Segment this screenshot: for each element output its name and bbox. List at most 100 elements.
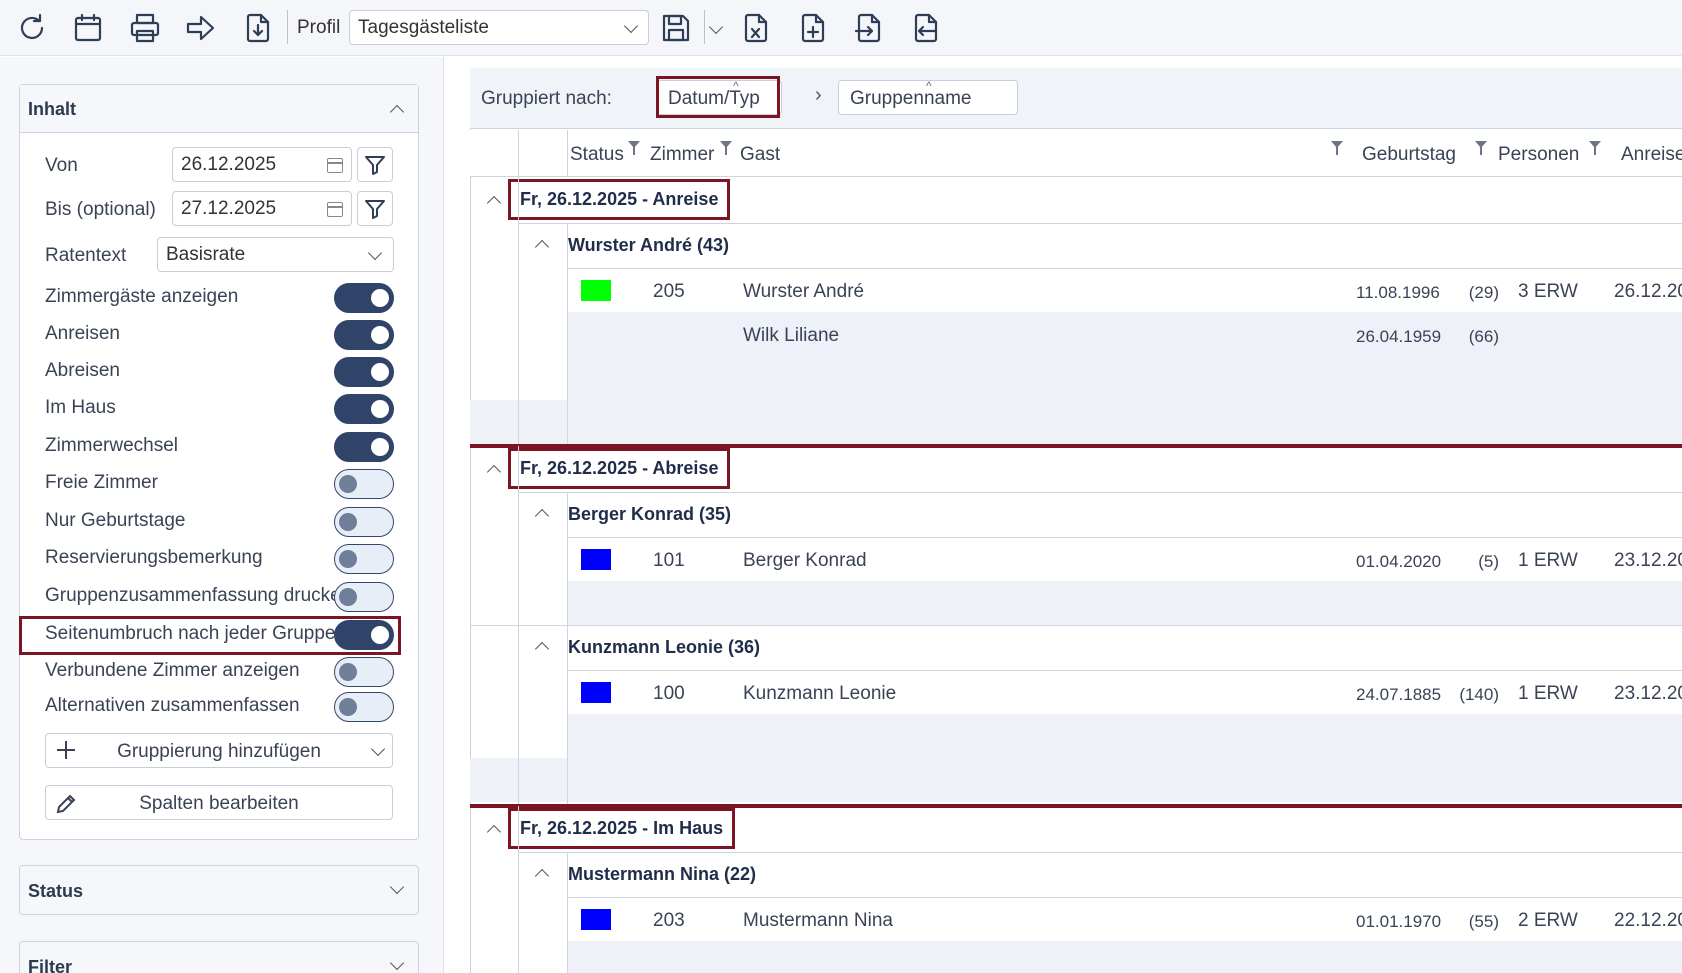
toggle-switch[interactable] bbox=[334, 283, 394, 313]
toggle-label: Anreisen bbox=[45, 323, 120, 344]
save-options-chevron-icon[interactable] bbox=[708, 19, 724, 35]
toggle-switch[interactable] bbox=[334, 432, 394, 462]
profil-label: Profil bbox=[297, 17, 341, 38]
tree-line bbox=[567, 223, 568, 444]
import-icon[interactable] bbox=[849, 8, 889, 48]
column-header-row: Status Zimmer Gast Geburtstag Personen A… bbox=[470, 130, 1682, 177]
chevron-down-icon bbox=[623, 18, 639, 34]
filter-icon[interactable] bbox=[1331, 141, 1343, 157]
room-number: 203 bbox=[653, 910, 685, 931]
profil-select[interactable]: Tagesgästeliste bbox=[349, 10, 649, 45]
column-personen[interactable]: Personen bbox=[1498, 144, 1579, 166]
guest-group-header[interactable]: Wurster André (43) bbox=[568, 235, 729, 256]
room-number: 205 bbox=[653, 281, 685, 302]
filter-icon[interactable] bbox=[628, 141, 640, 157]
toggle-row: Zimmergäste anzeigen bbox=[19, 281, 399, 313]
column-gast[interactable]: Gast bbox=[740, 144, 780, 166]
refresh-icon[interactable] bbox=[12, 8, 52, 48]
arrival-date: 23.12.20 bbox=[1614, 550, 1682, 571]
column-status[interactable]: Status bbox=[570, 144, 624, 166]
bis-date-input[interactable]: 27.12.2025 bbox=[172, 191, 352, 226]
toggle-knob bbox=[371, 400, 389, 418]
column-geburtstag[interactable]: Geburtstag bbox=[1362, 144, 1456, 166]
filter-panel[interactable]: Filter bbox=[19, 941, 419, 973]
toggle-switch[interactable] bbox=[334, 657, 394, 687]
toggle-row: Alternativen zusammenfassen bbox=[19, 690, 399, 722]
table-row[interactable] bbox=[567, 537, 1682, 581]
ratentext-value: Basisrate bbox=[166, 244, 246, 265]
toggle-switch[interactable] bbox=[334, 544, 394, 574]
bis-filter-button[interactable] bbox=[357, 191, 393, 226]
status-indicator bbox=[581, 280, 611, 301]
table-row[interactable] bbox=[567, 312, 1682, 356]
calendar-icon[interactable] bbox=[327, 202, 343, 217]
ratentext-label: Ratentext bbox=[45, 245, 127, 266]
column-zimmer[interactable]: Zimmer bbox=[650, 144, 714, 166]
toggle-row: Abreisen bbox=[19, 355, 399, 387]
date-type-group-header[interactable]: Fr, 26.12.2025 - Anreise bbox=[508, 179, 731, 220]
toggle-knob bbox=[371, 438, 389, 456]
status-indicator bbox=[581, 549, 611, 570]
von-filter-button[interactable] bbox=[357, 147, 393, 182]
ratentext-select[interactable]: Basisrate bbox=[157, 237, 394, 272]
date-type-group-header[interactable]: Fr, 26.12.2025 - Im Haus bbox=[508, 808, 736, 849]
persons: 3 ERW bbox=[1518, 281, 1578, 302]
toggle-row: Anreisen bbox=[19, 318, 399, 350]
inhalt-panel-header[interactable]: Inhalt bbox=[20, 85, 418, 133]
von-date-input[interactable]: 26.12.2025 bbox=[172, 147, 352, 182]
calendar-icon[interactable] bbox=[327, 158, 343, 173]
filter-icon[interactable] bbox=[1475, 141, 1487, 157]
guest-name: Mustermann Nina bbox=[743, 910, 893, 931]
group-summary-row bbox=[470, 400, 1682, 444]
toggle-switch[interactable] bbox=[334, 692, 394, 722]
toggle-switch[interactable] bbox=[334, 507, 394, 537]
filter-icon[interactable] bbox=[1589, 141, 1601, 157]
row-divider bbox=[518, 852, 1682, 853]
toggle-label: Nur Geburtstage bbox=[45, 510, 186, 531]
toggle-knob bbox=[371, 326, 389, 344]
guest-group-header[interactable]: Kunzmann Leonie (36) bbox=[568, 637, 760, 658]
toggle-switch[interactable] bbox=[334, 320, 394, 350]
edit-columns-label: Spalten bearbeiten bbox=[139, 793, 299, 814]
toggle-row: Zimmerwechsel bbox=[19, 430, 399, 462]
filter-icon[interactable] bbox=[720, 141, 732, 157]
export-icon[interactable] bbox=[906, 8, 946, 48]
calendar-icon[interactable] bbox=[68, 8, 108, 48]
print-icon[interactable] bbox=[125, 8, 165, 48]
add-grouping-label: Gruppierung hinzufügen bbox=[117, 741, 321, 762]
toggle-switch[interactable] bbox=[334, 582, 394, 612]
room-number: 101 bbox=[653, 550, 685, 571]
toggle-switch[interactable] bbox=[334, 357, 394, 387]
toggle-switch[interactable] bbox=[334, 394, 394, 424]
date-type-group-header[interactable]: Fr, 26.12.2025 - Abreise bbox=[508, 448, 731, 489]
table-row[interactable] bbox=[567, 670, 1682, 714]
tree-line bbox=[567, 492, 568, 804]
add-file-icon[interactable] bbox=[793, 8, 833, 48]
filter-icon bbox=[365, 199, 385, 219]
excel-export-icon[interactable] bbox=[736, 8, 776, 48]
save-icon[interactable] bbox=[656, 8, 696, 48]
guest-group-header[interactable]: Berger Konrad (35) bbox=[568, 504, 731, 525]
toggle-label: Gruppenzusammenfassung drucken bbox=[45, 585, 335, 606]
guest-group-header[interactable]: Mustermann Nina (22) bbox=[568, 864, 756, 885]
toggle-row: Reservierungsbemerkung bbox=[19, 542, 399, 574]
download-icon[interactable] bbox=[238, 8, 278, 48]
toggle-label: Verbundene Zimmer anzeigen bbox=[45, 660, 300, 681]
edit-columns-button[interactable]: Spalten bearbeiten bbox=[45, 785, 393, 820]
age: (55) bbox=[1468, 912, 1499, 931]
column-anreise[interactable]: Anreise bbox=[1621, 144, 1682, 166]
status-title: Status bbox=[28, 881, 84, 901]
group-chip-gruppenname[interactable]: ^ Gruppenname bbox=[838, 79, 1018, 115]
toggle-label: Zimmerwechsel bbox=[45, 435, 179, 456]
status-panel[interactable]: Status bbox=[19, 865, 419, 915]
forward-icon[interactable] bbox=[181, 8, 221, 48]
guest-name: Wurster André bbox=[743, 281, 865, 302]
highlight-page-break bbox=[19, 616, 401, 655]
table-row[interactable] bbox=[567, 268, 1682, 312]
status-indicator bbox=[581, 682, 611, 703]
persons: 2 ERW bbox=[1518, 910, 1578, 931]
add-grouping-button[interactable]: Gruppierung hinzufügen bbox=[45, 733, 393, 768]
header-divider bbox=[567, 130, 568, 177]
table-row[interactable] bbox=[567, 897, 1682, 941]
toggle-switch[interactable] bbox=[334, 469, 394, 499]
